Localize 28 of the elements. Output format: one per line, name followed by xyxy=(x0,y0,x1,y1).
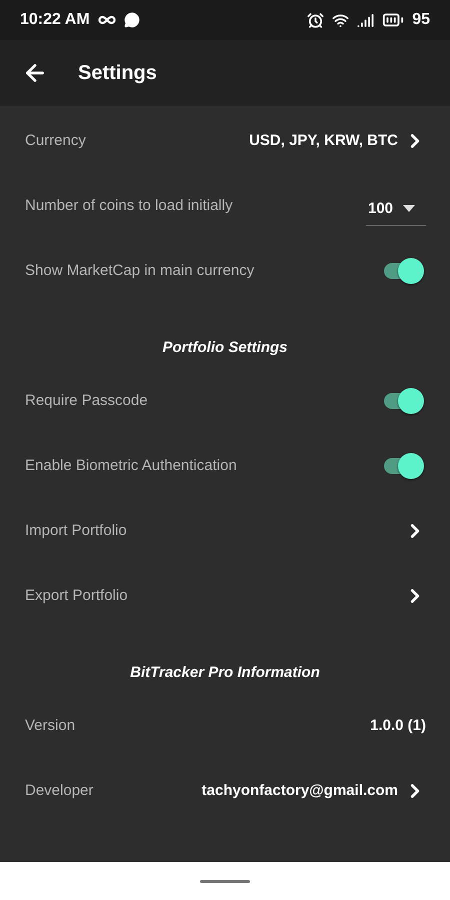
status-time: 10:22 AM xyxy=(20,11,90,29)
chat-bubble-icon xyxy=(124,12,140,28)
setting-label: Enable Biometric Authentication xyxy=(25,457,238,474)
setting-label: Version xyxy=(25,717,76,734)
screen-title: Settings xyxy=(78,62,157,84)
signal-icon xyxy=(357,12,374,28)
setting-label: Currency xyxy=(25,132,87,149)
setting-row[interactable]: Currency USD, JPY, KRW, BTC xyxy=(0,108,450,173)
home-indicator[interactable] xyxy=(200,880,250,882)
setting-label: Require Passcode xyxy=(25,392,149,409)
setting-row[interactable]: Import Portfolio xyxy=(0,498,450,563)
section-header: Portfolio Settings xyxy=(162,339,288,356)
coins-dropdown[interactable]: 100 xyxy=(366,192,426,226)
battery-level: 95 xyxy=(412,11,430,29)
alarm-icon xyxy=(307,12,324,28)
section-header: BitTracker Pro Information xyxy=(130,664,320,681)
setting-value: tachyonfactory@gmail.com xyxy=(202,782,398,799)
setting-row[interactable]: Developer tachyonfactory@gmail.com xyxy=(0,758,450,823)
setting-label: Export Portfolio xyxy=(25,587,129,604)
setting-value: USD, JPY, KRW, BTC xyxy=(249,132,398,149)
setting-label: Developer xyxy=(25,782,94,799)
setting-value: 1.0.0 (1) xyxy=(370,717,426,734)
wifi-icon xyxy=(332,12,350,28)
dropdown-arrow-icon xyxy=(403,204,416,212)
setting-label: Number of coins to load initially xyxy=(25,197,234,214)
setting-label: Import Portfolio xyxy=(25,522,128,539)
setting-row[interactable]: Export Portfolio xyxy=(0,563,450,628)
setting-label: Show MarketCap in main currency xyxy=(25,262,256,279)
